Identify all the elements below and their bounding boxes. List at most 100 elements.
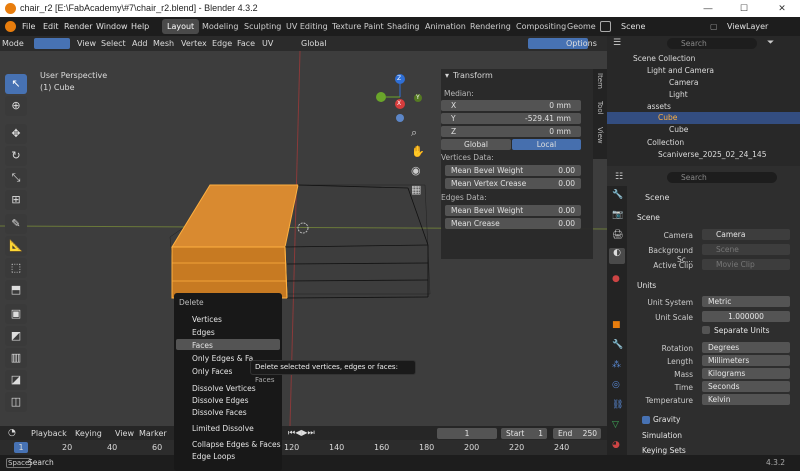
annotate-tool-icon[interactable]: ✎ [5, 214, 27, 234]
material-tab-icon[interactable]: ◕ [612, 440, 620, 450]
dissolve-vertices-item[interactable]: Dissolve Vertices [192, 384, 256, 393]
delete-vertices-item[interactable]: Vertices [192, 315, 222, 324]
length-dropdown[interactable]: Millimeters [702, 355, 790, 366]
extrude-tool-icon[interactable]: ⬒ [5, 280, 27, 300]
move-tool-icon[interactable]: ✥ [5, 124, 27, 144]
scene-tab-icon[interactable]: ◐ [609, 248, 625, 264]
outliner-editor-icon[interactable]: ☰ [613, 38, 621, 48]
timeline-ruler[interactable]: 1 20 40 60 120 140 160 180 200 220 240 [0, 440, 607, 455]
gravity-checkbox[interactable] [642, 416, 650, 424]
minimize-button[interactable]: — [690, 0, 726, 17]
data-tab-icon[interactable]: ▽ [612, 420, 619, 430]
menu-render[interactable]: Render [64, 17, 92, 36]
median-z-field[interactable]: Z0 mm [441, 126, 581, 137]
menu-vertex[interactable]: Vertex [181, 36, 207, 51]
keying-sets-section[interactable]: Keying Sets [642, 446, 686, 455]
rotation-dropdown[interactable]: Degrees [702, 342, 790, 353]
playback-controls-icon[interactable]: ⏮◀▶⏭ [288, 428, 315, 438]
camera-view-icon[interactable]: ◉ [411, 164, 421, 177]
options-dropdown[interactable]: Options [566, 36, 597, 51]
menu-face[interactable]: Face [237, 36, 255, 51]
time-dropdown[interactable]: Seconds [702, 381, 790, 392]
blender-menu-icon[interactable] [5, 21, 16, 32]
temperature-dropdown[interactable]: Kelvin [702, 394, 790, 405]
tab-view[interactable]: View [596, 127, 604, 144]
poly-build-tool-icon[interactable]: ◫ [5, 392, 27, 412]
median-x-field[interactable]: X0 mm [441, 100, 581, 111]
separate-units-checkbox[interactable] [702, 326, 710, 334]
limited-dissolve-item[interactable]: Limited Dissolve [192, 424, 254, 433]
new-scene-icon[interactable]: ▢ [710, 17, 718, 36]
pan-hand-icon[interactable]: ✋ [411, 145, 425, 158]
output-tab-icon[interactable]: 🖨 [612, 230, 623, 240]
global-button[interactable]: Global [441, 139, 511, 150]
world-tab-icon[interactable]: ● [612, 274, 620, 284]
view-layer-selector[interactable]: ViewLayer [727, 17, 768, 36]
menu-playback[interactable]: Playback [31, 429, 67, 438]
edge-loops-item[interactable]: Edge Loops [192, 452, 235, 461]
background-scene-field[interactable]: Scene [702, 244, 790, 255]
camera-field[interactable]: Camera [702, 229, 790, 240]
menu-add[interactable]: Add [132, 36, 148, 51]
rotate-tool-icon[interactable]: ↻ [5, 146, 27, 166]
menu-help[interactable]: Help [131, 17, 149, 36]
end-frame-field[interactable]: End 250 [553, 428, 601, 439]
tab-geometry[interactable]: Geome [562, 19, 601, 34]
mean-bevel-weight-vertex-field[interactable]: Mean Bevel Weight 0.00 [445, 165, 581, 176]
gizmo-z-label[interactable]: Z [397, 75, 401, 82]
gravity-section[interactable]: Gravity [653, 415, 680, 424]
zoom-icon[interactable]: ⌕ [411, 126, 417, 140]
outliner-item[interactable]: Camera [669, 77, 698, 89]
select-tool-icon[interactable]: ↖ [5, 74, 27, 94]
object-tab-icon[interactable]: ■ [612, 320, 621, 330]
menu-edge[interactable]: Edge [212, 36, 232, 51]
unit-scale-field[interactable]: 1.000000 [702, 311, 790, 322]
current-frame-field[interactable]: 1 [437, 428, 497, 439]
unit-system-dropdown[interactable]: Metric [702, 296, 790, 307]
tool-tab-icon[interactable]: 🔧 [612, 190, 623, 200]
outliner-item[interactable]: Light and Camera [647, 65, 714, 77]
outliner-item[interactable]: Cube [669, 124, 688, 136]
physics-tab-icon[interactable]: ◎ [612, 380, 620, 390]
mean-vertex-crease-field[interactable]: Mean Vertex Crease 0.00 [445, 178, 581, 189]
particles-tab-icon[interactable]: ⁂ [612, 360, 621, 370]
close-button[interactable]: ✕ [764, 0, 800, 17]
tab-animation[interactable]: Animation [420, 19, 471, 34]
start-frame-field[interactable]: Start 1 [501, 428, 547, 439]
tab-texture-paint[interactable]: Texture Paint [327, 19, 389, 34]
menu-edit[interactable]: Edit [43, 17, 59, 36]
tab-sculpting[interactable]: Sculpting [239, 19, 286, 34]
mass-dropdown[interactable]: Kilograms [702, 368, 790, 379]
tab-shading[interactable]: Shading [382, 19, 425, 34]
select-mode-buttons[interactable] [34, 38, 70, 49]
scene-selector[interactable]: Scene [621, 17, 645, 36]
dissolve-edges-item[interactable]: Dissolve Edges [192, 396, 249, 405]
tab-modeling[interactable]: Modeling [197, 19, 243, 34]
mean-bevel-weight-edge-field[interactable]: Mean Bevel Weight 0.00 [445, 205, 581, 216]
tab-rendering[interactable]: Rendering [465, 19, 516, 34]
transform-collapse-icon[interactable]: ▾ [445, 71, 449, 80]
menu-keying[interactable]: Keying [75, 429, 102, 438]
inset-tool-icon[interactable]: ▣ [5, 304, 27, 324]
local-button[interactable]: Local [512, 139, 581, 150]
gizmo-x-label[interactable]: X [397, 100, 401, 107]
tab-layout[interactable]: Layout [162, 19, 200, 34]
scene-section-header[interactable]: Scene [637, 213, 660, 222]
collapse-edges-faces-item[interactable]: Collapse Edges & Faces [192, 440, 281, 449]
constraints-tab-icon[interactable]: ⛓ [612, 400, 623, 410]
properties-search-input[interactable]: Search [667, 172, 777, 183]
menu-select[interactable]: Select [101, 36, 126, 51]
measure-tool-icon[interactable]: 📐 [5, 236, 27, 256]
menu-uv[interactable]: UV [262, 36, 273, 51]
tab-item[interactable]: Item [596, 73, 604, 89]
editor-type-icon[interactable]: ◔ [8, 428, 16, 438]
mean-crease-field[interactable]: Mean Crease 0.00 [445, 218, 581, 229]
menu-mesh[interactable]: Mesh [153, 36, 174, 51]
dissolve-faces-item[interactable]: Dissolve Faces [192, 408, 247, 417]
knife-tool-icon[interactable]: ◪ [5, 370, 27, 390]
cursor-tool-icon[interactable]: ⊕ [5, 96, 27, 116]
menu-view[interactable]: View [77, 36, 96, 51]
delete-edges-item[interactable]: Edges [192, 328, 215, 337]
transform-tool-icon[interactable]: ⊞ [5, 190, 27, 210]
units-section-header[interactable]: Units [637, 281, 656, 290]
